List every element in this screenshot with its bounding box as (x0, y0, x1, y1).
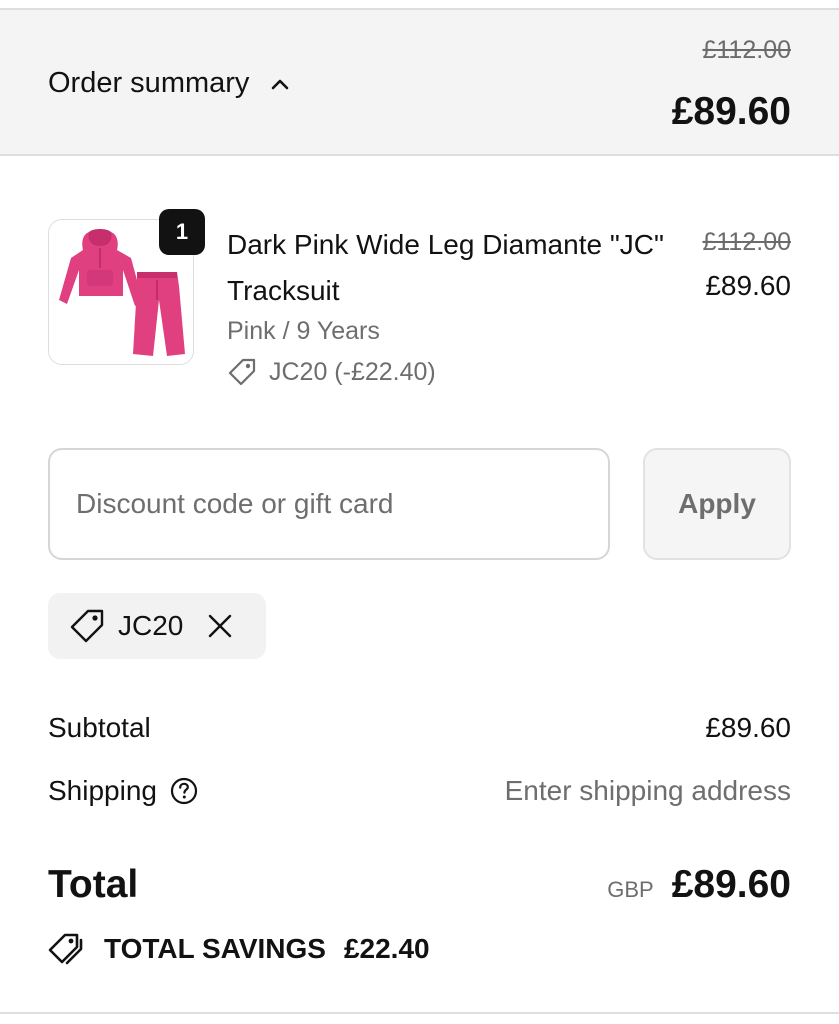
product-discount: JC20 (-£22.40) (227, 357, 436, 387)
subtotal-value: £89.60 (705, 712, 791, 743)
order-summary-header[interactable]: Order summary £112.00 £89.60 (0, 10, 839, 156)
shipping-row-label: Shipping (48, 775, 199, 807)
question-circle-icon[interactable] (169, 776, 199, 806)
total-amount: £89.60 (671, 863, 791, 906)
product-price: £89.60 (705, 270, 791, 301)
tag-icon (70, 609, 104, 643)
product-title: Dark Pink Wide Leg Diamante "JC" Tracksu… (227, 229, 664, 306)
total-value-group: GBP £89.60 (607, 863, 791, 907)
product-discount-label: JC20 (-£22.40) (269, 357, 436, 386)
chevron-up-icon (272, 79, 289, 89)
subtotal-label: Subtotal (48, 712, 151, 743)
close-icon (209, 614, 232, 638)
remove-code-button[interactable] (207, 613, 233, 639)
savings-value: £22.40 (343, 933, 430, 964)
tag-icon (228, 358, 256, 386)
total-label: Total (48, 863, 139, 906)
shipping-value: Enter shipping address (504, 775, 791, 806)
currency-code: GBP (607, 877, 654, 902)
order-summary-label: Order summary (48, 67, 250, 99)
product-original-price: £112.00 (702, 228, 791, 256)
shipping-label: Shipping (48, 775, 157, 806)
tags-icon (48, 933, 83, 965)
summary-total-price: £89.60 (671, 90, 791, 133)
discount-code-input[interactable] (48, 448, 610, 560)
applied-code-label: JC20 (118, 610, 184, 641)
bottom-divider (0, 1012, 839, 1014)
quantity-badge: 1 (159, 209, 205, 255)
product-variant: Pink / 9 Years (227, 317, 380, 345)
order-summary-toggle[interactable]: Order summary (48, 67, 289, 100)
savings-label: TOTAL SAVINGS (104, 933, 326, 964)
total-savings: TOTAL SAVINGS £22.40 (48, 932, 430, 966)
applied-code-chip: JC20 (48, 593, 266, 659)
summary-original-price: £112.00 (702, 36, 791, 64)
apply-button[interactable]: Apply (643, 448, 791, 560)
